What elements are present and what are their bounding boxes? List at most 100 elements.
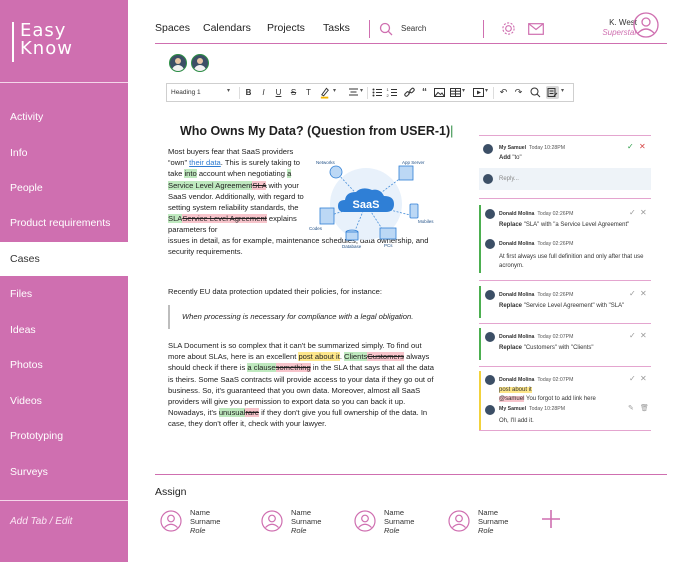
sidebar-item-surveys[interactable]: Surveys <box>0 455 128 489</box>
sidebar-item-cases[interactable]: Cases <box>0 242 128 276</box>
sidebar-item-activity[interactable]: Activity <box>0 100 128 134</box>
quote-icon[interactable]: “ <box>418 86 431 99</box>
numbered-list-icon[interactable]: 12 <box>386 86 399 99</box>
blockquote[interactable]: When processing is necessary for complia… <box>168 305 436 329</box>
sidebar-item-ideas[interactable]: Ideas <box>0 313 128 347</box>
align-icon[interactable] <box>347 86 360 99</box>
paragraph-2[interactable]: Recently EU data protection updated thei… <box>168 286 436 297</box>
collaborator-avatar[interactable] <box>169 54 187 72</box>
reject-icon[interactable]: ✕ <box>639 142 646 151</box>
deletion-mark[interactable]: something <box>275 363 311 373</box>
strikethrough-button[interactable]: S <box>287 86 300 99</box>
italic-button[interactable]: I <box>257 86 270 99</box>
svg-text:2: 2 <box>387 93 390 98</box>
table-icon[interactable] <box>449 86 462 99</box>
user-avatar-icon <box>448 510 470 532</box>
assignee-card[interactable]: Name Surname Role <box>354 508 444 538</box>
avatar <box>483 144 493 154</box>
comment-card[interactable]: Donald Molina Today 02:07PM post about i… <box>479 371 651 431</box>
nav-tasks[interactable]: Tasks <box>323 22 350 34</box>
document-title[interactable]: Who Owns My Data? (Question from USER-1)… <box>180 124 453 138</box>
assignee-card[interactable]: Name Surname Role <box>448 508 538 538</box>
insertion-mark[interactable]: into <box>184 169 197 179</box>
accept-icon[interactable]: ✓ <box>627 142 634 151</box>
link-icon[interactable] <box>403 86 416 99</box>
user-avatar-icon[interactable] <box>633 12 659 38</box>
deletion-mark[interactable]: rare <box>245 408 259 418</box>
track-changes-icon[interactable] <box>546 86 559 99</box>
add-assignee-plus-icon[interactable] <box>541 509 561 529</box>
heading-select[interactable]: Heading 1 <box>171 87 235 99</box>
comment-card[interactable]: Donald Molina Today 02:26PM Replace "Ser… <box>479 286 651 318</box>
bullet-list-icon[interactable] <box>371 86 384 99</box>
sidebar-item-product-requirements[interactable]: Product requirements <box>0 206 128 240</box>
reply-input[interactable]: Reply... <box>499 176 519 182</box>
deletion-mark[interactable]: Customers <box>367 352 404 362</box>
clear-format-button[interactable]: T <box>302 86 315 99</box>
accept-icon[interactable]: ✓ <box>629 289 636 298</box>
app-logo[interactable]: Easy Know <box>12 22 82 62</box>
deletion-mark[interactable]: Service Level Agreement <box>182 214 267 224</box>
delete-icon[interactable]: 🗑 <box>640 404 649 412</box>
reject-icon[interactable]: ✕ <box>640 208 647 217</box>
avatar <box>485 405 495 415</box>
nav-calendars[interactable]: Calendars <box>203 22 251 34</box>
reject-icon[interactable]: ✕ <box>640 289 647 298</box>
gear-icon[interactable] <box>501 21 516 36</box>
search-input[interactable]: Search <box>401 24 426 33</box>
highlight-icon[interactable] <box>319 86 332 99</box>
insertion-mark[interactable]: Clients <box>344 352 368 362</box>
redo-icon[interactable]: ↷ <box>512 86 525 99</box>
comment-card[interactable]: My Samuel Today 10:28PM Add "to" ✓ ✕ <box>479 142 651 166</box>
mail-icon[interactable] <box>528 23 544 35</box>
collaborator-avatar[interactable] <box>191 54 209 72</box>
paragraph-1[interactable]: Most buyers fear that SaaS providers “ow… <box>168 146 308 236</box>
image-icon[interactable] <box>433 86 446 99</box>
toolbar-separator <box>239 87 240 99</box>
reply-box[interactable]: Reply... <box>479 168 651 190</box>
comment-card[interactable]: Donald Molina Today 02:26PM Replace "SLA… <box>479 205 651 273</box>
sidebar-item-prototyping[interactable]: Prototyping <box>0 419 128 453</box>
undo-icon[interactable]: ↶ <box>497 86 510 99</box>
insertion-mark[interactable]: a clause <box>247 363 276 373</box>
search-icon[interactable] <box>379 22 393 36</box>
reject-icon[interactable]: ✕ <box>640 374 647 383</box>
diagram-label: App Server <box>402 160 425 165</box>
deletion-mark[interactable]: SLA <box>252 180 267 190</box>
sidebar-divider <box>0 82 128 83</box>
inline-link[interactable]: their data <box>189 158 221 167</box>
bold-button[interactable]: B <box>242 86 255 99</box>
comment-meta: My Samuel Today 10:28PM <box>499 406 566 412</box>
sidebar-item-videos[interactable]: Videos <box>0 384 128 418</box>
sidebar-item-info[interactable]: Info <box>0 136 128 170</box>
comment-divider <box>479 198 651 199</box>
edit-icon[interactable]: ✎ <box>628 404 634 412</box>
sidebar-item-people[interactable]: People <box>0 171 128 205</box>
insertion-mark[interactable]: SLA <box>168 214 183 224</box>
nav-separator <box>369 20 370 38</box>
nav-projects[interactable]: Projects <box>267 22 305 34</box>
comment-card[interactable]: Donald Molina Today 02:07PM Replace "Cus… <box>479 328 651 360</box>
insertion-mark[interactable]: unusual <box>218 408 246 418</box>
media-icon[interactable] <box>472 86 485 99</box>
paragraph-3[interactable]: SLA Document is so complex that it can't… <box>168 340 436 430</box>
diagram-label: PCs <box>384 243 393 248</box>
sidebar-item-photos[interactable]: Photos <box>0 348 128 382</box>
underline-button[interactable]: U <box>272 86 285 99</box>
diagram-label: Codes <box>309 226 323 231</box>
nav-spaces[interactable]: Spaces <box>155 22 190 34</box>
commented-text[interactable]: post about it <box>298 352 340 362</box>
assignee-card[interactable]: Name Surname Role <box>160 508 250 538</box>
add-tab-link[interactable]: Add Tab / Edit <box>10 516 72 527</box>
avatar <box>485 290 495 300</box>
sidebar-item-files[interactable]: Files <box>0 277 128 311</box>
reject-icon[interactable]: ✕ <box>640 331 647 340</box>
accept-icon[interactable]: ✓ <box>629 208 636 217</box>
accept-icon[interactable]: ✓ <box>629 331 636 340</box>
chevron-down-icon: ▾ <box>227 88 231 94</box>
assignee-card[interactable]: Name Surname Role <box>261 508 351 538</box>
comment-icon[interactable] <box>529 86 542 99</box>
accept-icon[interactable]: ✓ <box>629 374 636 383</box>
user-avatar-icon <box>261 510 283 532</box>
assignee-surname: Surname <box>384 517 415 526</box>
